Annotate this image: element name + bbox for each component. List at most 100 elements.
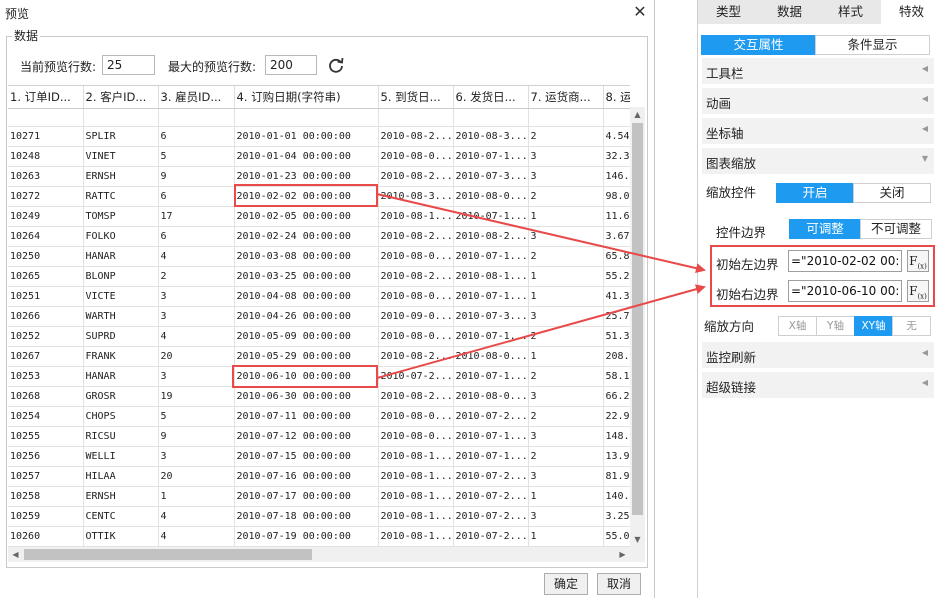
- section-axis[interactable]: 坐标轴 ◀: [702, 118, 934, 144]
- table-cell: 10264: [8, 226, 84, 247]
- direction-none-toggle[interactable]: 无: [892, 316, 931, 336]
- column-header[interactable]: 4. 订购日期(字符串): [234, 86, 379, 109]
- init-left-formula-button[interactable]: F(x): [907, 250, 929, 272]
- table-cell: 2010-03-08 00:00:00: [234, 246, 379, 267]
- table-row[interactable]: 10257 HILAA 20 2010-07-16 00:00:00 2010-08-1…: [8, 466, 630, 487]
- table-row[interactable]: 10272 RATTC 6 2010-02-02 00:00:00 2010-08-3.…: [8, 186, 630, 207]
- init-right-formula-button[interactable]: F(x): [907, 280, 929, 302]
- horizontal-scrollbar[interactable]: ◀ ▶: [8, 547, 630, 562]
- table-row[interactable]: 10263 ERNSH 9 2010-01-23 00:00:00 2010-08-2.…: [8, 166, 630, 187]
- table-cell: 11.6: [603, 206, 630, 227]
- boundary-fixed-toggle[interactable]: 不可调整: [860, 219, 932, 239]
- table-row[interactable]: 10271 SPLIR 6 2010-01-01 00:00:00 2010-08-2.…: [8, 126, 630, 147]
- column-header[interactable]: 5. 到货日...: [378, 86, 454, 109]
- table-cell: SUPRD: [83, 326, 159, 347]
- scroll-down-icon[interactable]: ▼: [630, 532, 645, 547]
- cancel-button[interactable]: 取消: [597, 573, 641, 595]
- table-cell: 2: [158, 266, 235, 287]
- scroll-right-icon[interactable]: ▶: [615, 547, 630, 562]
- column-header[interactable]: 7. 运货商...: [528, 86, 604, 109]
- table-row[interactable]: 10249 TOMSP 17 2010-02-05 00:00:00 2010-08-1…: [8, 206, 630, 227]
- table-cell: TOMSP: [83, 206, 159, 227]
- table-cell: 9: [158, 166, 235, 187]
- section-hyperlink[interactable]: 超级链接 ◀: [702, 372, 934, 398]
- subtab-condition-display[interactable]: 条件显示: [815, 35, 930, 55]
- table-row[interactable]: 10259 CENTC 4 2010-07-18 00:00:00 2010-08-1.…: [8, 506, 630, 527]
- direction-xy-toggle[interactable]: XY轴: [854, 316, 893, 336]
- properties-panel: 类型 数据 样式 特效 交互属性 条件显示 工具栏 ◀ 动画 ◀ 坐标轴 ◀ 图…: [697, 0, 941, 598]
- dialog-titlebar: 预览 ✕: [0, 0, 655, 25]
- table-cell: 1: [528, 526, 604, 547]
- table-row[interactable]: 10253 HANAR 3 2010-06-10 00:00:00 2010-07-2.…: [8, 366, 630, 387]
- table-row[interactable]: 10248 VINET 5 2010-01-04 00:00:00 2010-08-0.…: [8, 146, 630, 167]
- tab-type[interactable]: 类型: [698, 0, 759, 24]
- scroll-left-icon[interactable]: ◀: [8, 547, 23, 562]
- section-monitor-refresh[interactable]: 监控刷新 ◀: [702, 342, 934, 368]
- ok-button[interactable]: 确定: [544, 573, 588, 595]
- table-cell: 2010-08-0...: [378, 326, 454, 347]
- table-cell: WELLI: [83, 446, 159, 467]
- table-cell: SPLIR: [83, 126, 159, 147]
- section-toolbar[interactable]: 工具栏 ◀: [702, 58, 934, 84]
- subtab-interaction[interactable]: 交互属性: [701, 35, 816, 55]
- table-cell: 2010-08-2...: [378, 266, 454, 287]
- tab-data[interactable]: 数据: [759, 0, 820, 24]
- direction-x-toggle[interactable]: X轴: [778, 316, 817, 336]
- collapse-left-icon: ◀: [921, 64, 928, 73]
- section-chart-zoom[interactable]: 图表缩放 ▼: [702, 148, 934, 174]
- column-header[interactable]: 8. 运: [603, 86, 630, 109]
- table-row[interactable]: 10252 SUPRD 4 2010-05-09 00:00:00 2010-08-0.…: [8, 326, 630, 347]
- table-cell: 2010-08-2...: [378, 386, 454, 407]
- zoom-on-toggle[interactable]: 开启: [776, 183, 854, 203]
- column-header[interactable]: 3. 雇员ID...: [158, 86, 235, 109]
- table-cell: 98.0: [603, 186, 630, 207]
- table-row[interactable]: 10255 RICSU 9 2010-07-12 00:00:00 2010-08-0.…: [8, 426, 630, 447]
- section-animation[interactable]: 动画 ◀: [702, 88, 934, 114]
- column-header[interactable]: 6. 发货日...: [453, 86, 529, 109]
- boundary-adjustable-toggle[interactable]: 可调整: [789, 219, 861, 239]
- scroll-up-icon[interactable]: ▲: [630, 107, 645, 122]
- vertical-scroll-thumb[interactable]: [632, 123, 643, 515]
- table-cell: 2010-08-2...: [378, 226, 454, 247]
- table-cell: 2010-07-2...: [378, 366, 454, 387]
- table-row[interactable]: 10251 VICTE 3 2010-04-08 00:00:00 2010-08-0.…: [8, 286, 630, 307]
- refresh-icon[interactable]: [326, 55, 346, 75]
- table-row[interactable]: 10250 HANAR 4 2010-03-08 00:00:00 2010-08-0.…: [8, 246, 630, 267]
- current-rows-input[interactable]: [102, 55, 155, 75]
- close-icon[interactable]: ✕: [632, 3, 648, 21]
- table-row[interactable]: 10260 OTTIK 4 2010-07-19 00:00:00 2010-08-1.…: [8, 526, 630, 547]
- table-cell: 1: [528, 486, 604, 507]
- table-cell: 2010-04-26 00:00:00: [234, 306, 379, 327]
- table-cell: [453, 108, 529, 127]
- zoom-control-label: 缩放控件: [706, 185, 757, 200]
- column-header[interactable]: 1. 订单ID...: [8, 86, 84, 109]
- table-row[interactable]: 10264 FOLKO 6 2010-02-24 00:00:00 2010-08-2.…: [8, 226, 630, 247]
- tab-effects[interactable]: 特效: [881, 0, 941, 24]
- table-row[interactable]: 10266 WARTH 3 2010-04-26 00:00:00 2010-09-0.…: [8, 306, 630, 327]
- table-cell: 3.25: [603, 506, 630, 527]
- table-cell: 2010-08-1...: [378, 446, 454, 467]
- table-row[interactable]: 10254 CHOPS 5 2010-07-11 00:00:00 2010-08-0.…: [8, 406, 630, 427]
- horizontal-scroll-thumb[interactable]: [24, 549, 312, 560]
- vertical-scrollbar[interactable]: ▲ ▼: [630, 107, 645, 547]
- table-cell: [528, 108, 604, 127]
- table-cell: 2010-08-0...: [378, 246, 454, 267]
- table-row[interactable]: 10265 BLONP 2 2010-03-25 00:00:00 2010-08-2.…: [8, 266, 630, 287]
- column-header[interactable]: 2. 客户ID...: [83, 86, 159, 109]
- table-row[interactable]: 10268 GROSR 19 2010-06-30 00:00:00 2010-08-2…: [8, 386, 630, 407]
- init-left-formula-input[interactable]: [788, 250, 902, 272]
- table-row[interactable]: 10258 ERNSH 1 2010-07-17 00:00:00 2010-08-1.…: [8, 486, 630, 507]
- table-cell: 140.: [603, 486, 630, 507]
- max-rows-input[interactable]: [265, 55, 317, 75]
- table-cell: 2010-07-12 00:00:00: [234, 426, 379, 447]
- tab-style[interactable]: 样式: [820, 0, 881, 24]
- direction-y-toggle[interactable]: Y轴: [816, 316, 855, 336]
- table-cell: 2010-07-1...: [453, 146, 529, 167]
- table-row[interactable]: 10267 FRANK 20 2010-05-29 00:00:00 2010-08-2…: [8, 346, 630, 367]
- table-row[interactable]: 10256 WELLI 3 2010-07-15 00:00:00 2010-08-1.…: [8, 446, 630, 467]
- zoom-off-toggle[interactable]: 关闭: [853, 183, 931, 203]
- init-right-formula-input[interactable]: [788, 280, 902, 302]
- table-cell: 2: [528, 126, 604, 147]
- table-cell: 22.9: [603, 406, 630, 427]
- table-cell: 19: [158, 386, 235, 407]
